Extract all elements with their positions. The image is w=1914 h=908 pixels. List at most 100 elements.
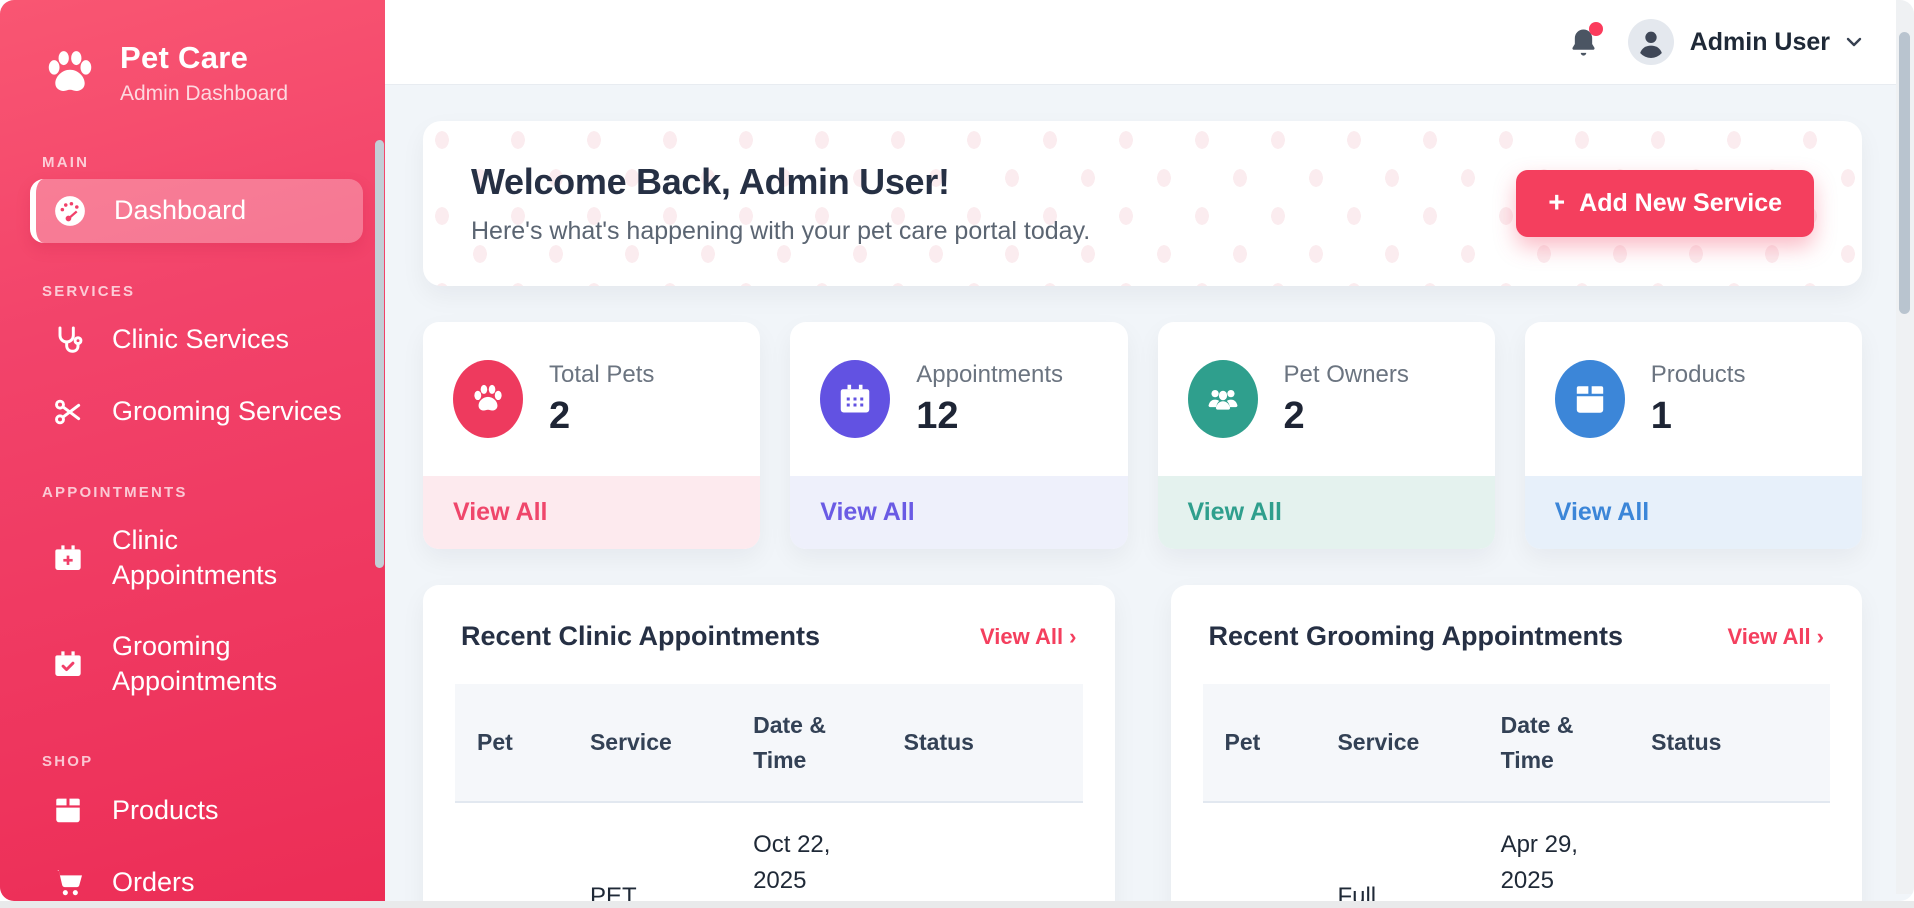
section-label-services: SERVICES: [42, 283, 385, 300]
stat-value: 2: [1284, 395, 1409, 438]
app-window: Pet Care Admin Dashboard MAIN Dashboard …: [0, 0, 1914, 901]
add-new-service-button[interactable]: + Add New Service: [1516, 170, 1814, 237]
window-scrollbar-thumb[interactable]: [1899, 32, 1910, 314]
calendar-plus-icon: [50, 540, 86, 576]
stat-texts: Pet Owners 2: [1284, 361, 1409, 438]
column-header-service: Service: [1315, 684, 1478, 802]
gauge-icon: [52, 193, 88, 229]
stat-value: 2: [549, 395, 654, 438]
view-all-link[interactable]: View All: [1158, 476, 1495, 549]
paw-logo-icon: [42, 45, 98, 101]
add-new-service-label: Add New Service: [1579, 189, 1782, 218]
chevron-down-icon[interactable]: [1842, 30, 1866, 54]
sidebar-item-clinic-services[interactable]: Clinic Services: [30, 308, 363, 372]
column-header-pet: Pet: [455, 684, 568, 802]
sidebar-item-orders[interactable]: Orders: [30, 850, 363, 901]
welcome-banner: Welcome Back, Admin User! Here's what's …: [423, 121, 1862, 286]
table-header-row: Pet Service Date & Time Status: [1203, 684, 1831, 802]
view-all-link[interactable]: View All: [790, 476, 1127, 549]
stat-body: Products 1: [1525, 322, 1862, 476]
window-scrollbar[interactable]: [1896, 0, 1914, 894]
cell-datetime: Oct 22, 2025: [731, 802, 882, 901]
stat-texts: Appointments 12: [916, 361, 1063, 438]
calendar-icon: [820, 360, 890, 438]
stat-body: Appointments 12: [790, 322, 1127, 476]
cell-service: Full: [1315, 802, 1478, 901]
welcome-text: Welcome Back, Admin User! Here's what's …: [471, 161, 1090, 246]
column-header-datetime: Date & Time: [1479, 684, 1630, 802]
view-all-link[interactable]: View All: [423, 476, 760, 549]
cell-pet: [455, 802, 568, 901]
cell-status: [882, 802, 1083, 901]
box-icon: [1555, 360, 1625, 438]
user-icon: [1631, 22, 1671, 62]
clinic-appointments-table: Pet Service Date & Time Status PET Oct 2…: [455, 684, 1083, 901]
table-row[interactable]: PET Oct 22, 2025: [455, 802, 1083, 901]
cell-pet: [1203, 802, 1316, 901]
cart-icon: [50, 864, 86, 900]
sidebar-item-label: Grooming Services: [112, 394, 342, 429]
view-all-link[interactable]: View All›: [1728, 624, 1824, 650]
app-subtitle: Admin Dashboard: [120, 82, 288, 106]
sidebar-item-label: Dashboard: [114, 193, 246, 228]
view-all-link[interactable]: View All: [1525, 476, 1862, 549]
stat-label: Pet Owners: [1284, 361, 1409, 389]
sidebar-item-label: Orders: [112, 865, 195, 900]
stat-body: Pet Owners 2: [1158, 322, 1495, 476]
stat-card-appointments: Appointments 12 View All: [790, 322, 1127, 549]
sidebar-item-products[interactable]: Products: [30, 778, 363, 842]
stethoscope-icon: [50, 322, 86, 358]
sidebar-item-dashboard[interactable]: Dashboard: [30, 179, 363, 243]
cell-service: PET: [568, 802, 731, 901]
sidebar-item-grooming-appointments[interactable]: Grooming Appointments: [30, 615, 363, 713]
sidebar: Pet Care Admin Dashboard MAIN Dashboard …: [0, 0, 385, 901]
users-icon: [1188, 360, 1258, 438]
table-row[interactable]: Full Apr 29, 2025: [1203, 802, 1831, 901]
table-header: Recent Clinic Appointments View All›: [455, 621, 1083, 652]
table-title: Recent Grooming Appointments: [1209, 621, 1624, 652]
window-bottom-edge: [0, 901, 1914, 908]
topbar: Admin User: [385, 0, 1914, 85]
stat-card-total-pets: Total Pets 2 View All: [423, 322, 760, 549]
stat-label: Appointments: [916, 361, 1063, 389]
section-label-shop: SHOP: [42, 753, 385, 770]
sidebar-scrollbar-thumb[interactable]: [375, 140, 384, 568]
user-name[interactable]: Admin User: [1690, 28, 1830, 57]
sidebar-item-label: Clinic Services: [112, 322, 289, 357]
notification-badge: [1589, 22, 1603, 36]
sidebar-item-grooming-services[interactable]: Grooming Services: [30, 380, 363, 444]
column-header-datetime: Date & Time: [731, 684, 882, 802]
logo-text: Pet Care Admin Dashboard: [120, 40, 288, 106]
stats-row: Total Pets 2 View All: [423, 322, 1862, 549]
recent-grooming-appointments-card: Recent Grooming Appointments View All› P…: [1171, 585, 1863, 901]
table-header: Recent Grooming Appointments View All›: [1203, 621, 1831, 652]
column-header-service: Service: [568, 684, 731, 802]
stat-card-products: Products 1 View All: [1525, 322, 1862, 549]
avatar[interactable]: [1628, 19, 1674, 65]
welcome-subtitle: Here's what's happening with your pet ca…: [471, 217, 1090, 246]
section-label-appointments: APPOINTMENTS: [42, 484, 385, 501]
calendar-check-icon: [50, 646, 86, 682]
column-header-pet: Pet: [1203, 684, 1316, 802]
page-title: Welcome Back, Admin User!: [471, 161, 1090, 203]
app-title: Pet Care: [120, 40, 288, 76]
view-all-link[interactable]: View All›: [980, 624, 1076, 650]
stat-label: Total Pets: [549, 361, 654, 389]
column-header-status: Status: [882, 684, 1083, 802]
notifications-button[interactable]: [1567, 26, 1600, 59]
tables-row: Recent Clinic Appointments View All› Pet…: [423, 585, 1862, 901]
stat-card-pet-owners: Pet Owners 2 View All: [1158, 322, 1495, 549]
column-header-status: Status: [1629, 684, 1830, 802]
sidebar-item-label: Clinic Appointments: [112, 523, 349, 593]
stat-texts: Products 1: [1651, 361, 1746, 438]
view-all-label: View All: [980, 624, 1063, 649]
grooming-appointments-table: Pet Service Date & Time Status Full Apr …: [1203, 684, 1831, 901]
main-content: Welcome Back, Admin User! Here's what's …: [385, 85, 1914, 901]
stat-value: 12: [916, 395, 1063, 438]
sidebar-item-clinic-appointments[interactable]: Clinic Appointments: [30, 509, 363, 607]
section-label-main: MAIN: [42, 154, 385, 171]
box-icon: [50, 792, 86, 828]
table-header-row: Pet Service Date & Time Status: [455, 684, 1083, 802]
stat-value: 1: [1651, 395, 1746, 438]
sidebar-item-label: Products: [112, 793, 219, 828]
